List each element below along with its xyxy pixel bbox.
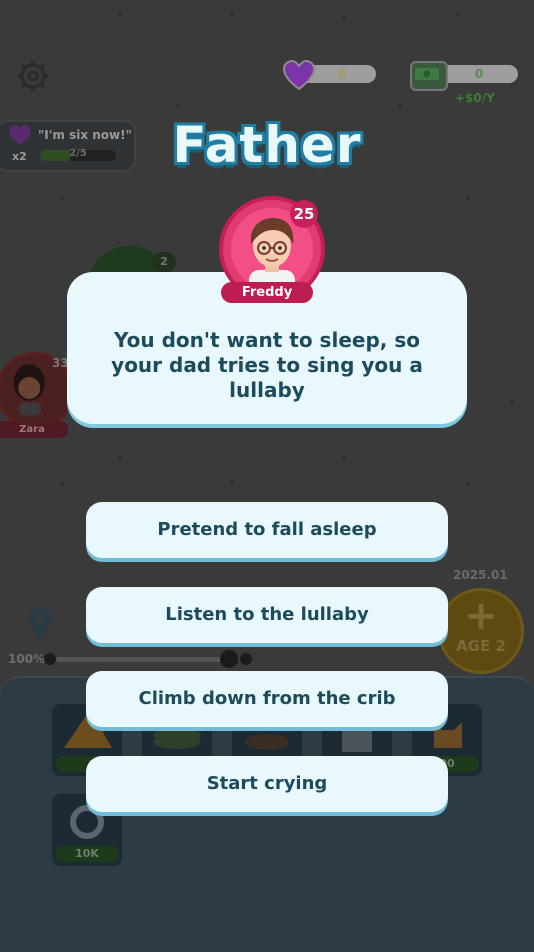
background-dot [342, 16, 346, 20]
choice-climb-down-button[interactable]: Climb down from the crib [86, 671, 448, 727]
money-rate: +$0/Y [455, 91, 495, 105]
plus-icon: + [464, 593, 498, 639]
background-dot [118, 12, 122, 16]
character-age-badge: 25 [290, 200, 318, 228]
background-dot [342, 456, 346, 460]
zoom-slider[interactable] [56, 657, 232, 662]
banknote-icon [415, 68, 439, 80]
background-dot [176, 104, 180, 108]
event-title: Father [172, 116, 362, 174]
background-dot [466, 196, 470, 200]
background-dot [230, 12, 234, 16]
character-name-tag: Freddy [221, 282, 313, 303]
background-dot [398, 104, 402, 108]
year-label: 2025.01 [453, 568, 508, 582]
choice-start-crying-button[interactable]: Start crying [86, 756, 448, 812]
event-message: You don't want to sleep, so your dad tri… [111, 328, 423, 402]
background-dot [230, 480, 234, 484]
location-pin-icon[interactable] [26, 606, 54, 642]
background-dot [118, 456, 122, 460]
background-dot [60, 482, 64, 486]
age-label: AGE 2 [456, 637, 506, 655]
zoom-in-icon[interactable] [240, 653, 252, 665]
zoom-percent: 100% [8, 652, 46, 666]
shop-item-price: 10K [56, 846, 118, 862]
background-dot [466, 482, 470, 486]
zoom-slider-handle[interactable] [220, 650, 238, 668]
background-dot [456, 12, 460, 16]
zoom-out-icon[interactable] [44, 653, 56, 665]
purple-heart-icon [282, 59, 316, 91]
background-dot [60, 196, 64, 200]
settings-gear-icon[interactable] [16, 59, 50, 93]
choice-listen-lullaby-button[interactable]: Listen to the lullaby [86, 587, 448, 643]
background-count-badge: 2 [152, 252, 176, 272]
cash-icon [410, 61, 448, 91]
age-up-button[interactable]: + AGE 2 [438, 588, 524, 674]
choice-pretend-asleep-button[interactable]: Pretend to fall asleep [86, 502, 448, 558]
background-character-name: Zara [0, 421, 68, 438]
background-dot [510, 400, 514, 404]
